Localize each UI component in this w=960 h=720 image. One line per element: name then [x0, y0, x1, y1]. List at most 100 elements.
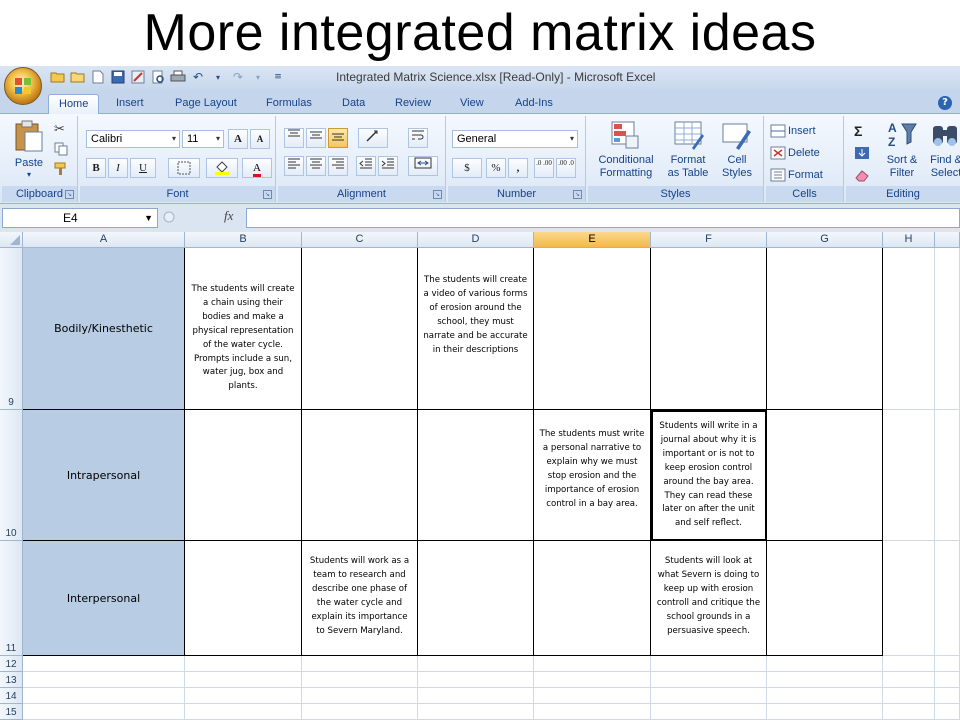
- italic-button[interactable]: I: [108, 158, 128, 178]
- grid-cell[interactable]: [883, 410, 935, 541]
- format-as-table-icon[interactable]: [672, 118, 706, 152]
- select-all-corner[interactable]: [0, 232, 23, 248]
- grid-cell[interactable]: [935, 541, 960, 656]
- fill-down-icon[interactable]: [854, 146, 870, 160]
- column-header-next[interactable]: [935, 232, 960, 248]
- chevron-down-icon[interactable]: ▾: [250, 69, 266, 85]
- grid-cell[interactable]: [302, 688, 418, 704]
- open-folder-icon[interactable]: [50, 69, 66, 85]
- tab-view[interactable]: View: [450, 94, 494, 114]
- formula-expand-icon[interactable]: [162, 210, 176, 224]
- grid-cell[interactable]: [23, 672, 185, 688]
- copy-icon[interactable]: [54, 142, 68, 156]
- format-painter-icon[interactable]: [54, 162, 68, 176]
- matrix-cell-f11[interactable]: Students will look at what Severn is doi…: [651, 541, 767, 656]
- delete-cells-button[interactable]: Delete: [788, 144, 820, 162]
- row-label-cell[interactable]: Interpersonal: [23, 541, 185, 656]
- align-bottom-button[interactable]: [328, 128, 348, 148]
- grid-cell[interactable]: [23, 656, 185, 672]
- format-cells-icon[interactable]: [770, 168, 786, 182]
- name-box[interactable]: E4 ▼: [2, 208, 158, 228]
- row-header-13[interactable]: 13: [0, 672, 23, 688]
- print-icon[interactable]: [170, 69, 186, 85]
- matrix-cell-g10[interactable]: [767, 410, 883, 541]
- grid-cell[interactable]: [883, 656, 935, 672]
- row-header-9[interactable]: 9: [0, 248, 23, 410]
- row-label-cell[interactable]: Bodily/Kinesthetic: [23, 248, 185, 410]
- fill-color-button[interactable]: [206, 158, 238, 178]
- insert-cells-button[interactable]: Insert: [788, 122, 816, 140]
- align-left-button[interactable]: [284, 156, 304, 176]
- grid-cell[interactable]: [302, 672, 418, 688]
- format-cells-button[interactable]: Format: [788, 166, 823, 184]
- row-header-15[interactable]: 15: [0, 704, 23, 720]
- matrix-cell-e11[interactable]: [534, 541, 651, 656]
- row-header-14[interactable]: 14: [0, 688, 23, 704]
- save-icon[interactable]: [110, 69, 126, 85]
- increase-indent-button[interactable]: [378, 156, 398, 176]
- grid-cell[interactable]: [534, 672, 651, 688]
- grid-cell[interactable]: [185, 656, 302, 672]
- tab-formulas[interactable]: Formulas: [256, 94, 322, 114]
- merge-center-button[interactable]: [408, 156, 438, 176]
- grid-cell[interactable]: [883, 248, 935, 410]
- grid-cell[interactable]: [883, 704, 935, 720]
- column-header-g[interactable]: G: [767, 232, 883, 248]
- insert-cells-icon[interactable]: [770, 124, 786, 138]
- dialog-launcher-icon[interactable]: ↘: [573, 190, 582, 199]
- tab-page-layout[interactable]: Page Layout: [165, 94, 247, 114]
- grid-cell[interactable]: [418, 704, 534, 720]
- grid-cell[interactable]: [185, 688, 302, 704]
- grid-cell[interactable]: [883, 688, 935, 704]
- dialog-launcher-icon[interactable]: ↘: [433, 190, 442, 199]
- tab-insert[interactable]: Insert: [106, 94, 154, 114]
- underline-button[interactable]: U: [130, 158, 156, 178]
- grid-cell[interactable]: [23, 704, 185, 720]
- grid-cell[interactable]: [534, 656, 651, 672]
- column-header-b[interactable]: B: [185, 232, 302, 248]
- row-header-10[interactable]: 10: [0, 410, 23, 541]
- chevron-down-icon[interactable]: ▾: [10, 170, 48, 179]
- decrease-indent-button[interactable]: [356, 156, 376, 176]
- wrap-text-button[interactable]: [408, 128, 428, 148]
- column-header-h[interactable]: H: [883, 232, 935, 248]
- align-right-button[interactable]: [328, 156, 348, 176]
- chevron-down-icon[interactable]: ▾: [210, 69, 226, 85]
- matrix-cell-e9[interactable]: [534, 248, 651, 410]
- tab-data[interactable]: Data: [332, 94, 375, 114]
- grid-cell[interactable]: [185, 672, 302, 688]
- clear-eraser-icon[interactable]: [854, 168, 870, 182]
- grid-cell[interactable]: [651, 704, 767, 720]
- conditional-formatting-icon[interactable]: [608, 118, 642, 152]
- dialog-launcher-icon[interactable]: ↘: [263, 190, 272, 199]
- align-top-button[interactable]: [284, 128, 304, 148]
- grid-cell[interactable]: [185, 704, 302, 720]
- column-header-d[interactable]: D: [418, 232, 534, 248]
- row-label-cell[interactable]: Intrapersonal: [23, 410, 185, 541]
- grid-cell[interactable]: [767, 656, 883, 672]
- customize-toolbar-icon[interactable]: ≡: [270, 69, 286, 85]
- borders-button[interactable]: [168, 158, 200, 178]
- currency-button[interactable]: $: [452, 158, 482, 178]
- binoculars-icon[interactable]: [930, 118, 960, 152]
- formula-input[interactable]: [246, 208, 960, 228]
- shrink-font-button[interactable]: A: [250, 129, 270, 149]
- grid-cell[interactable]: [534, 688, 651, 704]
- matrix-cell-b10[interactable]: [185, 410, 302, 541]
- increase-decimal-button[interactable]: .0 .00: [534, 158, 554, 178]
- new-document-icon[interactable]: [90, 69, 106, 85]
- help-icon[interactable]: ?: [938, 96, 952, 110]
- grid-cell[interactable]: [935, 704, 960, 720]
- paste-icon[interactable]: [12, 120, 46, 154]
- tab-review[interactable]: Review: [385, 94, 441, 114]
- permissions-icon[interactable]: [130, 69, 146, 85]
- matrix-cell-b9[interactable]: The students will create a chain using t…: [185, 248, 302, 410]
- grid-cell[interactable]: [23, 688, 185, 704]
- align-middle-button[interactable]: [306, 128, 326, 148]
- matrix-cell-d9[interactable]: The students will create a video of vari…: [418, 248, 534, 410]
- redo-icon[interactable]: ↷: [230, 69, 246, 85]
- row-header-11[interactable]: 11: [0, 541, 23, 656]
- grid-cell[interactable]: [418, 656, 534, 672]
- grid-cell[interactable]: [935, 410, 960, 541]
- insert-function-button[interactable]: fx: [224, 208, 233, 224]
